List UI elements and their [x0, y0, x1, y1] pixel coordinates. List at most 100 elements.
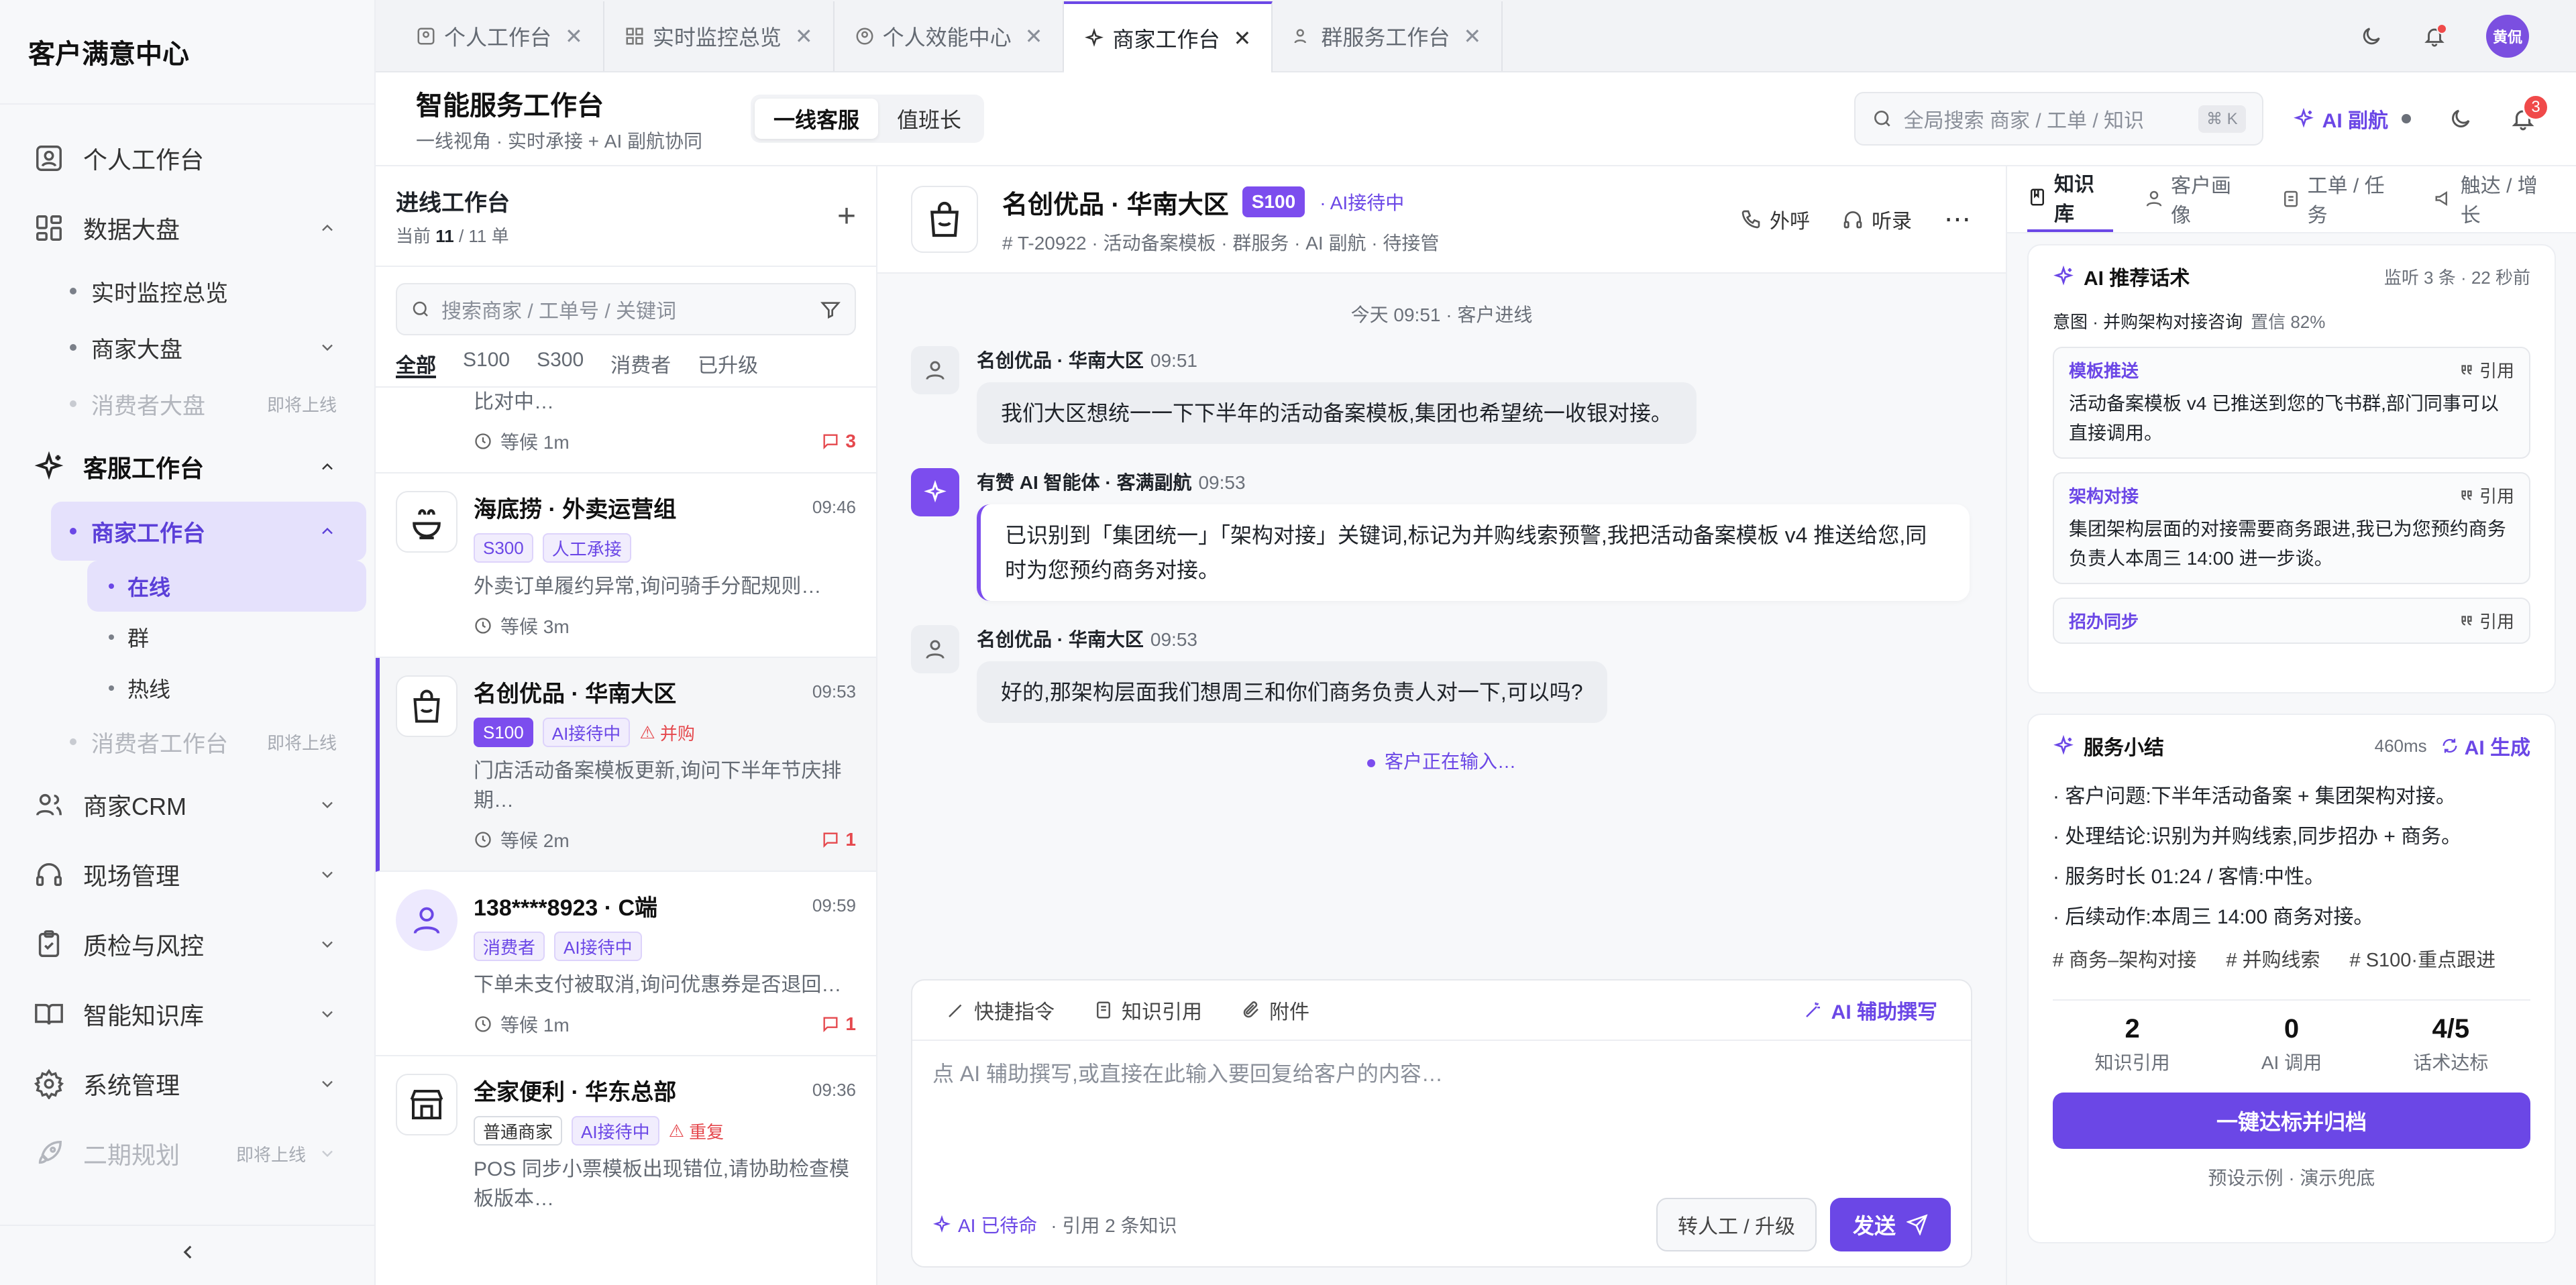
sidebar-item-onsite[interactable]: 现场管理: [0, 840, 374, 909]
suggestion-item[interactable]: 架构对接 引用 集团架构层面的对接需要商务跟进,我已为您预约商务负责人本周三 14…: [2053, 472, 2530, 584]
transfer-button[interactable]: 转人工 / 升级: [1656, 1198, 1817, 1251]
paperclip-icon: [1241, 1000, 1261, 1020]
users-icon: [34, 789, 64, 820]
send-button[interactable]: 发送: [1829, 1198, 1951, 1251]
tab-merchant[interactable]: 商家工作台 ✕: [1064, 1, 1273, 72]
tabbar-actions: 黄侃: [2360, 0, 2529, 72]
ai-copilot-toggle[interactable]: AI 副航: [2293, 104, 2411, 133]
close-icon[interactable]: ✕: [1234, 25, 1252, 51]
rocket-icon: [34, 1138, 64, 1169]
sidebar-item-monitor[interactable]: 实时监控总览: [0, 263, 374, 319]
clipboard-icon: [34, 929, 64, 960]
knowledge-cite-button[interactable]: 知识引用: [1093, 995, 1202, 1025]
cite-button[interactable]: 引用: [2458, 483, 2514, 508]
hashtag[interactable]: # 并购线索: [2226, 944, 2320, 972]
shopping-bag-icon: [396, 675, 458, 737]
cite-button[interactable]: 引用: [2458, 608, 2514, 633]
ai-write-button[interactable]: AI 辅助撰写: [1803, 995, 1937, 1025]
sidebar-item-merchant-workbench[interactable]: 商家工作台: [51, 502, 366, 561]
user-circle-icon: [855, 26, 875, 46]
chevron-up-icon: [318, 522, 337, 541]
headset-icon: [34, 859, 64, 890]
global-search-input[interactable]: 全局搜索 商家 / 工单 / 知识 ⌘ K: [1854, 92, 2263, 146]
sidebar-item-service[interactable]: 客服工作台: [0, 432, 374, 502]
role-supervisor[interactable]: 值班长: [878, 99, 980, 139]
bell-icon[interactable]: [2423, 23, 2447, 48]
page-header: 智能服务工作台 一线视角 · 实时承接 + AI 副航协同 一线客服 值班长 全…: [376, 72, 2576, 166]
chevron-down-icon: [318, 338, 337, 357]
hashtag[interactable]: # 商务–架构对接: [2053, 944, 2196, 972]
role-frontline[interactable]: 一线客服: [755, 99, 879, 139]
tab-tickets[interactable]: 工单 / 任务: [2281, 165, 2403, 232]
suggestion-item[interactable]: 模板推送 引用 活动备案模板 v4 已推送到您的飞书群,部门同事可以直接调用。: [2053, 347, 2530, 459]
tab-efficiency[interactable]: 个人效能中心 ✕: [835, 1, 1065, 71]
pen-icon: [946, 1000, 966, 1020]
tier-badge: S300: [474, 533, 533, 563]
sidebar-item-dashboard[interactable]: 数据大盘: [0, 193, 374, 263]
search-icon: [1872, 108, 1893, 129]
sidebar-item-merchant-dashboard[interactable]: 商家大盘: [0, 319, 374, 376]
filter-icon[interactable]: [820, 298, 841, 320]
tab-personal[interactable]: 个人工作台 ✕: [396, 1, 604, 71]
tab-profile[interactable]: 客户画像: [2144, 165, 2250, 232]
queue-search-input[interactable]: 搜索商家 / 工单号 / 关键词: [396, 283, 856, 335]
reply-textarea[interactable]: 点 AI 辅助撰写,或直接在此输入要回复给客户的内容…: [912, 1041, 1971, 1104]
filter-escalated[interactable]: 已升级: [698, 349, 758, 386]
sidebar-collapse-button[interactable]: [0, 1225, 376, 1272]
moon-icon[interactable]: [2449, 107, 2473, 131]
tab-group[interactable]: 群服务工作台 ✕: [1273, 1, 1503, 71]
filter-s100[interactable]: S100: [463, 349, 510, 386]
grid-icon: [625, 26, 645, 46]
book-icon: [34, 999, 64, 1029]
filter-consumer[interactable]: 消费者: [610, 349, 671, 386]
sidebar-item-qa[interactable]: 质检与风控: [0, 909, 374, 979]
moon-icon[interactable]: [2360, 25, 2383, 48]
queue-filters: 全部 S100 S300 消费者 已升级: [376, 335, 876, 388]
user-avatar[interactable]: 黄侃: [2486, 15, 2529, 58]
list-item[interactable]: 全家便利 · 华东总部 09:36 普通商家 AI接待中 ⚠ 重复 POS 同步小票模…: [376, 1056, 876, 1214]
tab-monitor[interactable]: 实时监控总览 ✕: [604, 1, 835, 71]
list-item-selected[interactable]: 名创优品 · 华南大区 09:53 S100 AI接待中 ⚠ 并购 门店活动备案模板更…: [376, 658, 876, 872]
ai-generate-button[interactable]: AI 生成: [2440, 731, 2530, 761]
close-icon[interactable]: ✕: [1025, 23, 1043, 49]
sidebar-item-system[interactable]: 系统管理: [0, 1049, 374, 1119]
filter-all[interactable]: 全部: [396, 349, 436, 378]
tab-growth[interactable]: 触达 / 增长: [2434, 165, 2556, 232]
more-icon[interactable]: ⋯: [1944, 204, 1972, 235]
list-item[interactable]: 138****8923 · C端 09:59 消费者 AI接待中 下单未支付被取消,…: [376, 872, 876, 1056]
hashtag-list: # 商务–架构对接 # 并购线索 # S100·重点跟进: [2053, 944, 2530, 972]
close-icon[interactable]: ✕: [565, 23, 583, 49]
bell-icon[interactable]: 3: [2510, 94, 2549, 131]
attachment-button[interactable]: 附件: [1241, 995, 1309, 1025]
call-button[interactable]: 外呼: [1740, 205, 1810, 234]
hashtag[interactable]: # S100·重点跟进: [2350, 944, 2496, 972]
sidebar-item-online[interactable]: 在线: [87, 561, 366, 612]
page-title: 智能服务工作台: [416, 91, 604, 121]
filter-s300[interactable]: S300: [537, 349, 584, 386]
quick-command-button[interactable]: 快捷指令: [946, 995, 1055, 1025]
unread-count: 1: [821, 1013, 856, 1035]
sidebar-item-personal[interactable]: 个人工作台: [0, 123, 374, 193]
list-item[interactable]: 海底捞 · 外卖运营组 09:46 S300 人工承接 外卖订单履约异常,询问骑手分…: [376, 473, 876, 658]
sidebar-item-group[interactable]: 群: [87, 612, 366, 663]
listen-button[interactable]: 听录: [1842, 205, 1912, 234]
system-notice: 今天 09:51 · 客户进线: [1350, 304, 1533, 325]
sidebar-item-crm[interactable]: 商家CRM: [0, 770, 374, 840]
sidebar-item-hotline[interactable]: 热线: [87, 663, 366, 714]
sidebar-item-knowledge[interactable]: 智能知识库: [0, 979, 374, 1049]
user-icon: [396, 889, 458, 951]
assist-tabs: 知识库 客户画像 工单 / 任务 触达 / 增长: [2007, 166, 2576, 233]
sparkle-icon: [34, 451, 64, 482]
close-icon[interactable]: ✕: [1463, 23, 1481, 49]
cite-button[interactable]: 引用: [2458, 357, 2514, 382]
close-icon[interactable]: ✕: [795, 23, 813, 49]
tab-knowledge[interactable]: 知识库: [2027, 165, 2114, 232]
ai-status: AI 已待命: [932, 1211, 1037, 1238]
suggestion-item[interactable]: 招办同步 引用: [2053, 598, 2530, 644]
message: 名创优品 · 华南大区 09:53 好的,那架构层面我们想周三和你们商务负责人对一…: [911, 625, 1972, 723]
add-icon[interactable]: +: [837, 198, 856, 235]
list-item[interactable]: 对账单差异 0.12 元,AI 自动调用对账接口比对中… 等候 1m 3: [376, 388, 876, 473]
queue-panel: 进线工作台 当前 11 / 11 单 + 搜索商家 / 工单号 / 关键词 全部…: [376, 166, 877, 1285]
status-dot: [2402, 114, 2411, 123]
archive-button[interactable]: 一键达标并归档: [2053, 1093, 2530, 1149]
